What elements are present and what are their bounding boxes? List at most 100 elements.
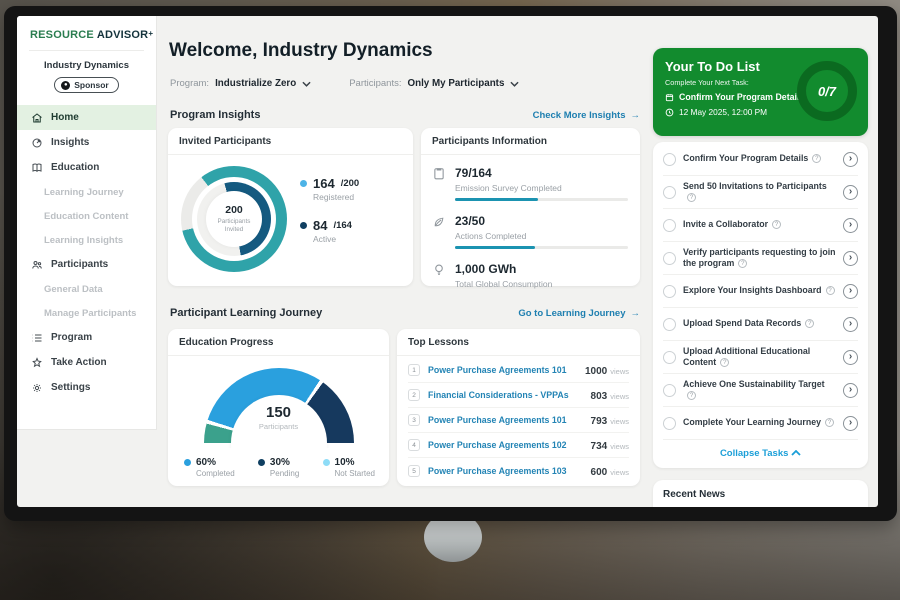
lesson-link[interactable]: Financial Considerations - VPPAs [428,390,583,400]
task-row[interactable]: Verify participants requesting to join t… [663,242,858,275]
lesson-link[interactable]: Power Purchase Agreements 101 [428,365,577,375]
task-open-button[interactable]: › [843,284,858,299]
participants-select-label: Participants: [349,78,401,89]
participants-select-value: Only My Participants [407,78,504,89]
task-checkbox[interactable] [663,417,676,430]
logo-plus: + [148,29,153,38]
info-icon[interactable]: ? [826,286,835,295]
sidebar-item-program[interactable]: Program [17,325,156,350]
check-more-insights-link[interactable]: Check More Insights → [533,110,640,121]
task-checkbox[interactable] [663,219,676,232]
task-row[interactable]: Upload Additional Educational Content? › [663,341,858,374]
legend-dot [323,459,330,466]
task-row[interactable]: Complete Your Learning Journey? › [663,407,858,440]
participants-select[interactable]: Participants: Only My Participants [349,78,519,89]
task-row[interactable]: Upload Spend Data Records? › [663,308,858,341]
task-row[interactable]: Achieve One Sustainability Target? › [663,374,858,407]
sidebar-item-general-data[interactable]: General Data [17,277,156,301]
desk-background: RESOURCE ADVISOR+ Industry Dynamics ● Sp… [0,0,900,600]
recent-news-card: Recent News [653,480,868,507]
stat-value: 79/164 [455,166,492,180]
sidebar-item-manage-participants[interactable]: Manage Participants [17,301,156,325]
legend-value: 84 [313,218,327,233]
sidebar-nav: Home Insights Education Learning Journey [17,105,156,400]
task-open-button[interactable]: › [843,317,858,332]
invited-total-label: Participants Invited [212,218,256,234]
legend-value: 164 [313,176,335,191]
sidebar-item-label: Participants [51,259,108,270]
todo-summary-card: Your To Do List Complete Your Next Task:… [653,48,868,136]
lesson-link[interactable]: Power Purchase Agreements 101 [428,415,583,425]
sidebar-item-education-content[interactable]: Education Content [17,204,156,228]
views-suffix: views [610,468,629,477]
legend-item-active: 84 /164 Active [300,218,359,244]
task-open-button[interactable]: › [843,185,858,200]
task-row[interactable]: Explore Your Insights Dashboard? › [663,275,858,308]
sidebar-item-take-action[interactable]: Take Action [17,350,156,375]
clock-icon [665,108,674,117]
lesson-views: 803 [591,391,608,402]
info-icon[interactable]: ? [687,193,696,202]
lesson-link[interactable]: Power Purchase Agreements 103 [428,466,583,476]
program-select-value: Industrialize Zero [215,78,296,89]
sidebar-item-learning-insights[interactable]: Learning Insights [17,228,156,252]
task-label: Achieve One Sustainability Target [683,379,825,389]
task-row[interactable]: Send 50 Invitations to Participants? › [663,176,858,209]
task-checkbox[interactable] [663,186,676,199]
info-icon[interactable]: ? [805,319,814,328]
sidebar-item-label: Program [51,332,92,343]
legend-label: Registered [313,192,359,202]
sidebar-item-learning-journey[interactable]: Learning Journey [17,180,156,204]
task-open-button[interactable]: › [843,152,858,167]
sidebar-item-home[interactable]: Home [17,105,156,130]
task-open-button[interactable]: › [843,350,858,365]
task-checkbox[interactable] [663,351,676,364]
go-to-learning-journey-link[interactable]: Go to Learning Journey → [518,308,640,319]
card-title: Top Lessons [397,329,640,356]
sponsor-icon: ● [61,81,70,90]
task-label: Upload Additional Educational Content [683,346,810,367]
task-row[interactable]: Invite a Collaborator? › [663,209,858,242]
task-checkbox[interactable] [663,318,676,331]
task-checkbox[interactable] [663,285,676,298]
sidebar-item-insights[interactable]: Insights [17,130,156,155]
info-icon[interactable]: ? [687,391,696,400]
info-icon[interactable]: ? [825,418,834,427]
calendar-icon [665,93,674,102]
sidebar-item-education[interactable]: Education [17,155,156,180]
lesson-link[interactable]: Power Purchase Agreements 102 [428,440,583,450]
recent-news-title: Recent News [653,480,868,507]
task-open-button[interactable]: › [843,251,858,266]
sidebar-item-participants[interactable]: Participants [17,252,156,277]
task-row[interactable]: Confirm Your Program Details? › [663,143,858,176]
collapse-tasks-link[interactable]: Collapse Tasks [663,440,858,464]
next-task-label: Confirm Your Program Details [679,92,804,102]
sidebar-item-label: Education [51,162,99,173]
task-checkbox[interactable] [663,252,676,265]
info-icon[interactable]: ? [720,358,729,367]
info-icon[interactable]: ? [772,220,781,229]
task-checkbox[interactable] [663,384,676,397]
stat-actions-completed: 23/50 Actions Completed [433,212,628,249]
task-open-button[interactable]: › [843,218,858,233]
program-select[interactable]: Program: Industrialize Zero [170,78,311,89]
chevron-down-icon [302,81,311,87]
legend-label: Pending [270,469,299,478]
task-checkbox[interactable] [663,153,676,166]
donut-center: 200 Participants Invited [206,191,262,247]
lesson-views: 734 [591,441,608,452]
info-icon[interactable]: ? [738,259,747,268]
lesson-rank: 3 [408,414,420,426]
task-open-button[interactable]: › [843,416,858,431]
legend-value: 60% [196,457,216,468]
gauge-label: Participants [204,422,354,431]
sidebar-item-label: Education Content [44,211,128,222]
info-icon[interactable]: ? [812,154,821,163]
sponsor-badge[interactable]: ● Sponsor [54,77,118,93]
task-open-button[interactable]: › [843,383,858,398]
lesson-views: 600 [591,467,608,478]
stat-emission-survey: 79/164 Emission Survey Completed [433,164,628,201]
lesson-row: 5 Power Purchase Agreements 103 600views [408,458,629,483]
sidebar: RESOURCE ADVISOR+ Industry Dynamics ● Sp… [17,16,157,430]
sidebar-item-settings[interactable]: Settings [17,375,156,400]
